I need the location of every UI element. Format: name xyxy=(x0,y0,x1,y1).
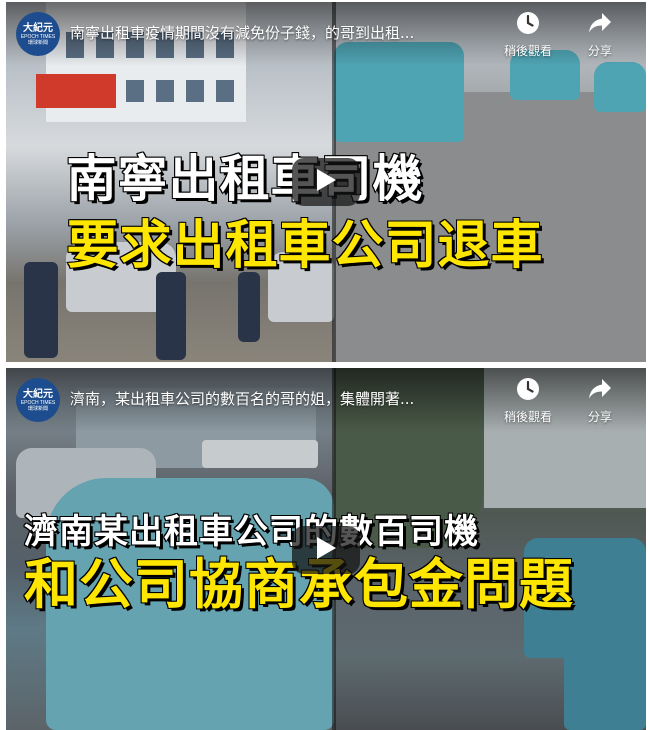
person xyxy=(156,272,186,360)
watch-later-label: 稍後觀看 xyxy=(503,410,552,424)
video-embed-2[interactable]: 大紀元 EPOCH TIMES 環球新聞 濟南，某出租車公司的數百名的哥的姐，集… xyxy=(6,368,646,730)
video-title-link[interactable]: 南寧出租車疫情期間沒有減免份子錢，的哥到出租... xyxy=(70,23,490,43)
headline-line-1: 南寧出租車司機 xyxy=(66,150,424,208)
play-icon xyxy=(315,536,337,564)
channel-logo[interactable]: 大紀元 EPOCH TIMES 環球新聞 xyxy=(16,378,60,422)
play-button[interactable] xyxy=(292,158,360,206)
share-button[interactable]: 分享 xyxy=(572,10,628,59)
video-embed-1[interactable]: 大紀元 EPOCH TIMES 環球新聞 南寧出租車疫情期間沒有減免份子錢，的哥… xyxy=(6,2,646,362)
taxi xyxy=(564,618,646,730)
taxi xyxy=(594,62,646,112)
watch-later-button[interactable]: 稍後觀看 xyxy=(496,376,560,425)
share-label: 分享 xyxy=(587,44,612,58)
logo-subtitle-text: 環球新聞 xyxy=(27,39,48,46)
headline-line-1: 濟南某出租車公司的數百司機 xyxy=(23,512,479,552)
headline-line-2: 要求出租車公司退車 xyxy=(65,216,544,276)
share-arrow-icon xyxy=(587,10,613,36)
video-top-bar: 大紀元 EPOCH TIMES 環球新聞 濟南，某出租車公司的數百名的哥的姐，集… xyxy=(6,368,646,432)
play-button[interactable] xyxy=(292,526,360,574)
video-top-bar: 大紀元 EPOCH TIMES 環球新聞 南寧出租車疫情期間沒有減免份子錢，的哥… xyxy=(6,2,646,66)
video-feed: 大紀元 EPOCH TIMES 環球新聞 南寧出租車疫情期間沒有減免份子錢，的哥… xyxy=(0,0,648,730)
share-button[interactable]: 分享 xyxy=(572,376,628,425)
clock-icon xyxy=(515,10,541,36)
play-icon xyxy=(315,168,337,196)
watch-later-button[interactable]: 稍後觀看 xyxy=(496,10,560,59)
red-awning xyxy=(36,74,116,108)
person xyxy=(24,262,58,358)
logo-subtitle-text: 環球新聞 xyxy=(27,405,48,412)
clock-icon xyxy=(515,376,541,402)
video-title-link[interactable]: 濟南，某出租車公司的數百名的哥的姐，集體開著... xyxy=(70,389,490,409)
share-label: 分享 xyxy=(587,410,612,424)
person xyxy=(238,272,260,342)
logo-chinese-text: 大紀元 xyxy=(23,388,53,400)
taxi-roof-sign xyxy=(202,440,318,468)
share-arrow-icon xyxy=(587,376,613,402)
logo-chinese-text: 大紀元 xyxy=(23,22,53,34)
channel-logo[interactable]: 大紀元 EPOCH TIMES 環球新聞 xyxy=(16,12,60,56)
watch-later-label: 稍後觀看 xyxy=(503,44,552,58)
